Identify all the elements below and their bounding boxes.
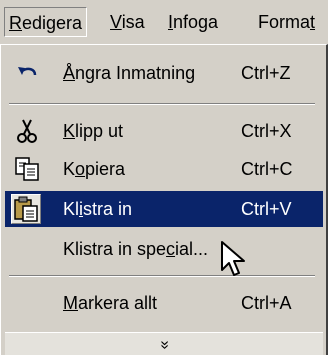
menu-format[interactable]: Format bbox=[254, 7, 319, 37]
menu-infoga[interactable]: Infoga bbox=[164, 7, 222, 37]
menu-item-select-all[interactable]: Markera allt Ctrl+A bbox=[5, 285, 323, 321]
menu-item-undo[interactable]: Ångra Inmatning Ctrl+Z bbox=[5, 55, 323, 91]
shortcut-copy: Ctrl+C bbox=[241, 159, 293, 179]
menu-item-copy[interactable]: Kopiera Ctrl+C bbox=[5, 151, 323, 187]
undo-arrow-icon bbox=[13, 59, 41, 87]
menu-separator bbox=[9, 103, 315, 105]
menu-item-cut[interactable]: Klipp ut Ctrl+X bbox=[5, 113, 323, 149]
menu-redigera[interactable]: Redigera bbox=[4, 7, 88, 37]
shortcut-undo: Ctrl+Z bbox=[241, 63, 291, 83]
menu-bar: Redigera Visa Infoga Format bbox=[0, 0, 328, 45]
shortcut-paste: Ctrl+V bbox=[241, 199, 292, 219]
copy-icon bbox=[13, 155, 41, 183]
double-chevron-down-icon: » bbox=[156, 340, 173, 350]
menu-visa[interactable]: Visa bbox=[106, 7, 149, 37]
mouse-pointer-icon bbox=[221, 241, 245, 276]
shortcut-select-all: Ctrl+A bbox=[241, 293, 292, 313]
shortcut-cut: Ctrl+X bbox=[241, 121, 292, 141]
edit-menu-dropdown: Ångra Inmatning Ctrl+Z Klipp ut Ctrl+X K… bbox=[0, 44, 328, 355]
menu-item-paste[interactable]: Klistra in Ctrl+V bbox=[5, 191, 323, 227]
menu-item-paste-special[interactable]: Klistra in special... bbox=[5, 231, 323, 267]
clipboard-icon bbox=[11, 194, 41, 224]
expand-menu-button[interactable]: » bbox=[5, 332, 323, 355]
scissors-icon bbox=[13, 117, 41, 145]
menu-separator bbox=[9, 275, 315, 277]
